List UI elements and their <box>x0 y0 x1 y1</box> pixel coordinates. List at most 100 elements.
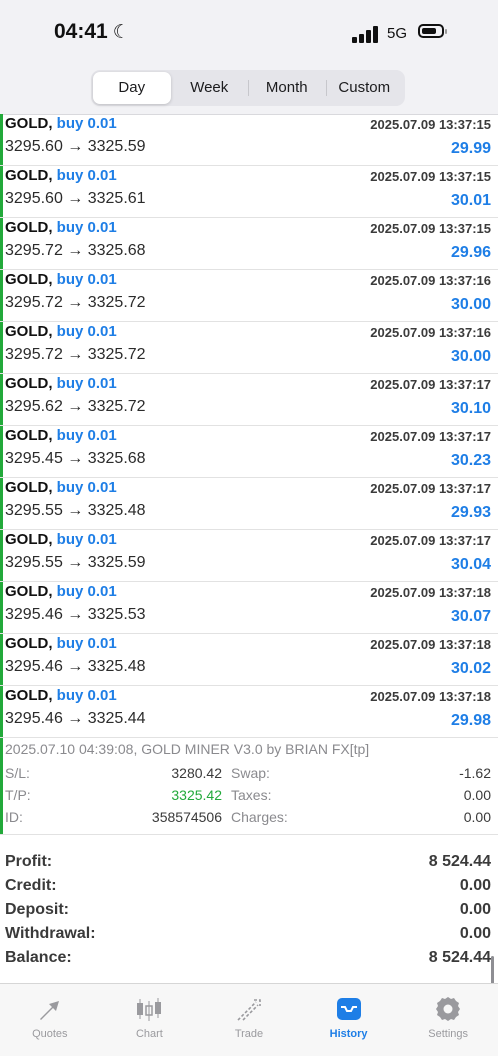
deal-side: buy 0.01 <box>56 479 117 496</box>
summary-balance: Balance: 8 524.44 <box>0 949 498 973</box>
deal-row[interactable]: GOLD, buy 0.01 2025.07.09 13:37:16 3295.72… <box>0 270 498 322</box>
deal-row[interactable]: GOLD, buy 0.01 2025.07.09 13:37:18 3295.46… <box>0 634 498 686</box>
deal-profit: 30.02 <box>450 660 491 677</box>
tabbar-chart-label: Chart <box>135 1028 163 1040</box>
deal-profit: 30.07 <box>450 608 491 625</box>
period-selector: Day Week Month Custom <box>91 70 405 106</box>
deal-side: buy 0.01 <box>56 167 117 184</box>
summary-credit-value: 0.00 <box>459 877 491 894</box>
tabbar-settings[interactable]: Settings <box>398 984 498 1056</box>
deal-symbol: GOLD, buy 0.01 <box>5 427 117 444</box>
settings-icon <box>436 997 461 1021</box>
deal-profit: 29.93 <box>450 504 491 521</box>
deal-time: 2025.07.09 13:37:17 <box>370 533 491 548</box>
deal-profit: 30.00 <box>450 348 491 365</box>
status-time: 04:41 ☾ <box>54 20 130 43</box>
tabbar-quotes[interactable]: Quotes <box>0 984 100 1056</box>
deal-row[interactable]: GOLD, buy 0.01 2025.07.09 13:37:18 3295.46… <box>0 686 498 738</box>
tabbar-history[interactable]: History <box>299 984 399 1056</box>
deal-side: buy 0.01 <box>56 323 117 340</box>
id-value: 358574506 <box>151 809 222 825</box>
deal-profit: 30.10 <box>450 400 491 417</box>
chart-icon <box>137 998 162 1021</box>
swap-label: Swap: <box>231 765 270 781</box>
tab-month[interactable]: Month <box>248 72 326 104</box>
deal-side: buy 0.01 <box>56 687 117 704</box>
deal-profit: 30.01 <box>450 192 491 209</box>
tp-label: T/P: <box>5 787 31 803</box>
deal-time: 2025.07.09 13:37:17 <box>370 429 491 444</box>
network-type: 5G <box>387 25 408 42</box>
tab-day[interactable]: Day <box>93 72 171 104</box>
summary-withdrawal-value: 0.00 <box>459 925 491 942</box>
deal-side: buy 0.01 <box>56 427 117 444</box>
deal-side: buy 0.01 <box>56 219 117 236</box>
deal-profit: 30.00 <box>450 296 491 313</box>
deal-symbol: GOLD, buy 0.01 <box>5 115 117 132</box>
deal-row[interactable]: GOLD, buy 0.01 2025.07.09 13:37:17 3295.55… <box>0 478 498 530</box>
tab-custom[interactable]: Custom <box>325 72 404 104</box>
history-icon <box>336 998 361 1020</box>
deal-row[interactable]: GOLD, buy 0.01 2025.07.09 13:37:17 3295.45… <box>0 426 498 478</box>
tabbar-chart[interactable]: Chart <box>100 984 200 1056</box>
deal-profit: 29.99 <box>450 140 491 157</box>
summary-profit-label: Profit: <box>5 853 53 870</box>
account-summary: Profit: 8 524.44 Credit: 0.00 Deposit: 0.00… <box>0 853 498 973</box>
deal-prices: 3295.46 → 3325.44 <box>5 710 146 727</box>
deal-prices: 3295.46 → 3325.48 <box>5 658 146 675</box>
deal-prices: 3295.45 → 3325.68 <box>5 450 146 467</box>
deal-symbol: GOLD, buy 0.01 <box>5 635 117 652</box>
deal-prices: 3295.55 → 3325.48 <box>5 502 146 519</box>
moon-icon: ☾ <box>112 22 130 43</box>
taxes-value: 0.00 <box>463 787 491 803</box>
detail-line-sl: S/L: 3280.42 Swap: -1.62 <box>0 765 498 787</box>
id-label: ID: <box>5 809 23 825</box>
summary-deposit: Deposit: 0.00 <box>0 901 498 925</box>
summary-credit: Credit: 0.00 <box>0 877 498 901</box>
deal-symbol: GOLD, buy 0.01 <box>5 323 117 340</box>
deal-time: 2025.07.09 13:37:15 <box>370 169 491 184</box>
detail-line-id: ID: 358574506 Charges: 0.00 <box>0 809 498 831</box>
trade-icon <box>237 999 261 1021</box>
deal-symbol: GOLD, buy 0.01 <box>5 479 117 496</box>
deal-prices: 3295.46 → 3325.53 <box>5 606 146 623</box>
deal-time: 2025.07.09 13:37:18 <box>370 585 491 600</box>
deal-side: buy 0.01 <box>56 635 117 652</box>
summary-deposit-label: Deposit: <box>5 901 69 918</box>
summary-profit: Profit: 8 524.44 <box>0 853 498 877</box>
deal-profit: 29.96 <box>450 244 491 261</box>
deal-row[interactable]: GOLD, buy 0.01 2025.07.09 13:37:15 3295.60… <box>0 166 498 218</box>
deal-profit: 30.04 <box>450 556 491 573</box>
deal-side: buy 0.01 <box>56 375 117 392</box>
deal-row[interactable]: GOLD, buy 0.01 2025.07.09 13:37:17 3295.55… <box>0 530 498 582</box>
summary-deposit-value: 0.00 <box>459 901 491 918</box>
summary-profit-value: 8 524.44 <box>428 853 491 870</box>
deal-time: 2025.07.09 13:37:17 <box>370 481 491 496</box>
deal-row[interactable]: GOLD, buy 0.01 2025.07.09 13:37:15 3295.60… <box>0 114 498 166</box>
signal-icon <box>352 25 380 43</box>
deal-symbol: GOLD, buy 0.01 <box>5 219 117 236</box>
deal-row[interactable]: GOLD, buy 0.01 2025.07.09 13:37:18 3295.46… <box>0 582 498 634</box>
deal-side: buy 0.01 <box>56 583 117 600</box>
deal-profit: 30.23 <box>450 452 491 469</box>
tab-week[interactable]: Week <box>171 72 249 104</box>
deal-time: 2025.07.09 13:37:15 <box>370 117 491 132</box>
tabbar-trade[interactable]: Trade <box>199 984 299 1056</box>
tabbar-history-label: History <box>329 1028 368 1040</box>
deal-row[interactable]: GOLD, buy 0.01 2025.07.09 13:37:15 3295.72… <box>0 218 498 270</box>
deal-time: 2025.07.09 13:37:15 <box>370 221 491 236</box>
swap-value: -1.62 <box>459 765 491 781</box>
battery-icon <box>418 24 447 38</box>
deal-prices: 3295.60 → 3325.61 <box>5 190 146 207</box>
deal-row[interactable]: GOLD, buy 0.01 2025.07.09 13:37:17 3295.62… <box>0 374 498 426</box>
deal-side: buy 0.01 <box>56 115 117 132</box>
deal-time: 2025.07.09 13:37:18 <box>370 637 491 652</box>
deal-prices: 3295.60 → 3325.59 <box>5 138 146 155</box>
deal-time: 2025.07.09 13:37:17 <box>370 377 491 392</box>
summary-credit-label: Credit: <box>5 877 57 894</box>
deal-row[interactable]: GOLD, buy 0.01 2025.07.09 13:37:16 3295.72… <box>0 322 498 374</box>
deal-symbol: GOLD, buy 0.01 <box>5 375 117 392</box>
summary-withdrawal-label: Withdrawal: <box>5 925 96 942</box>
deal-comment: 2025.07.10 04:39:08, GOLD MINER V3.0 by … <box>5 741 370 757</box>
taxes-label: Taxes: <box>231 787 272 803</box>
